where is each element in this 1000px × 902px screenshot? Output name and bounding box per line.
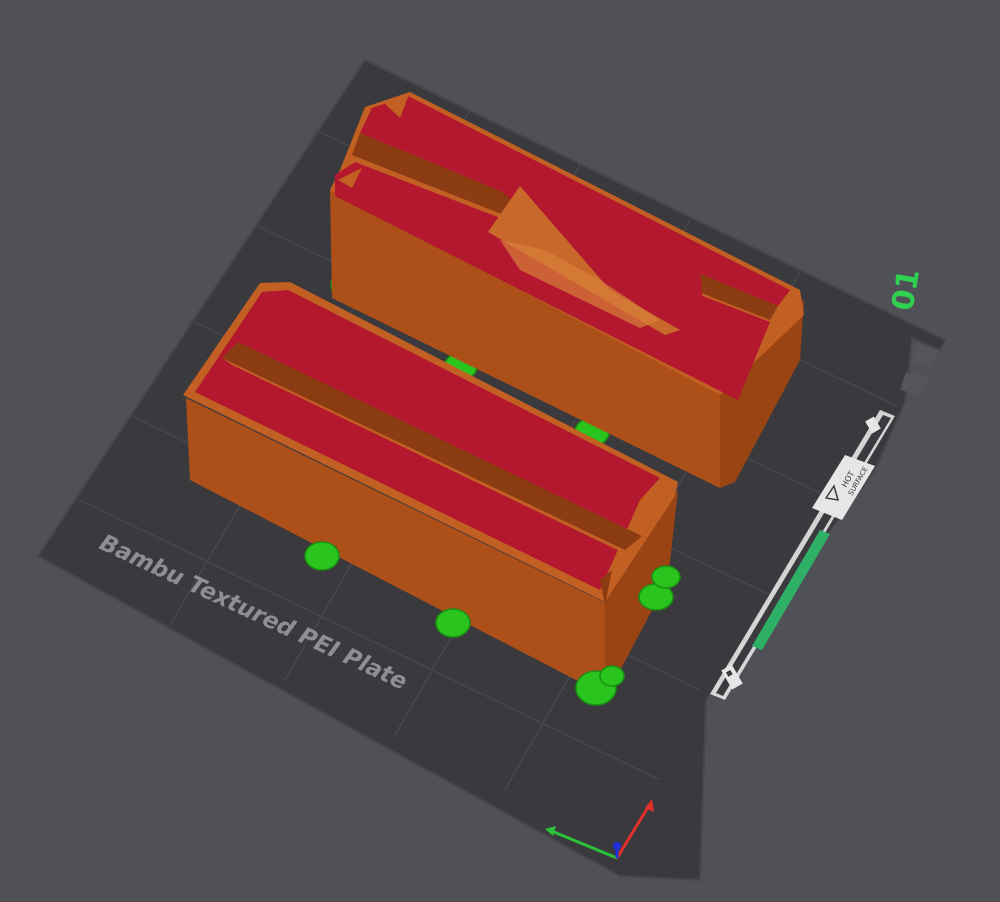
scene-canvas[interactable]: HOT SURFACE 01 Bambu Textured PEI Plate xyxy=(0,0,1000,902)
3d-viewport[interactable]: HOT SURFACE 01 Bambu Textured PEI Plate xyxy=(0,0,1000,902)
plate-number: 01 xyxy=(885,266,927,313)
